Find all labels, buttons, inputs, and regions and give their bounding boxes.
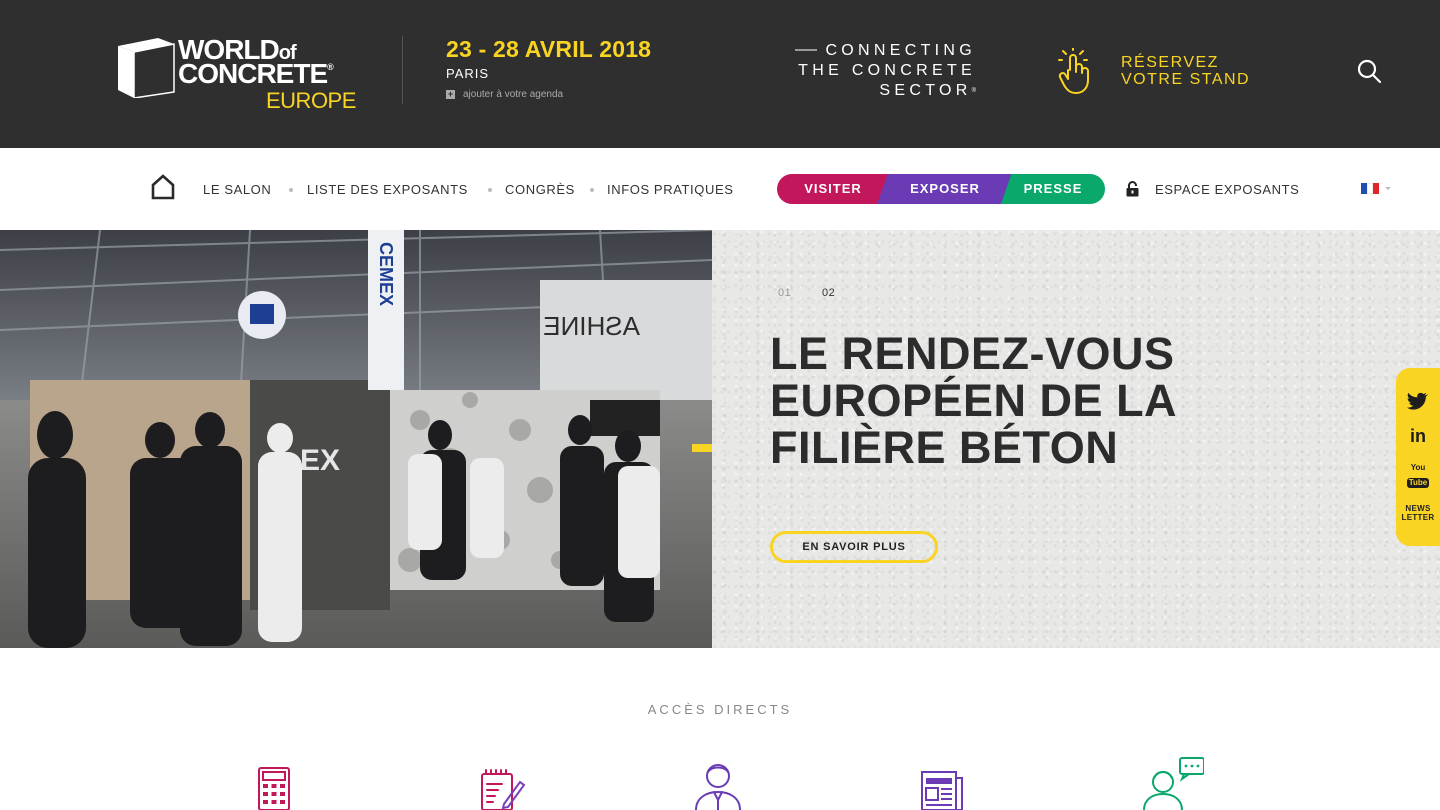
en-savoir-plus-button[interactable]: EN SAVOIR PLUS bbox=[770, 531, 938, 563]
nav-le-salon[interactable]: LE SALON bbox=[203, 182, 271, 197]
nav-liste-exposants[interactable]: LISTE DES EXPOSANTS bbox=[307, 182, 468, 197]
search-icon[interactable] bbox=[1356, 58, 1382, 84]
chat-person-icon[interactable] bbox=[1140, 756, 1204, 810]
hero-title: LE RENDEZ-VOUS EUROPÉEN DE LA FILIÈRE BÉ… bbox=[770, 330, 1290, 471]
header-divider bbox=[402, 36, 403, 104]
logo-line-2: CONCRETE® bbox=[178, 58, 334, 90]
flag-fr-icon[interactable] bbox=[1361, 183, 1379, 194]
add-to-agenda-link[interactable]: + ajouter à votre agenda bbox=[446, 89, 563, 100]
slide-dot-2[interactable]: 02 bbox=[822, 287, 835, 299]
reserve-line-1: RÉSERVEZ bbox=[1121, 54, 1219, 71]
youtube-icon[interactable]: You Tube bbox=[1396, 464, 1440, 490]
home-icon[interactable] bbox=[150, 174, 176, 200]
event-city: PARIS bbox=[446, 66, 490, 81]
logo-registered-mark: ® bbox=[327, 62, 334, 72]
language-caret-icon[interactable] bbox=[1385, 187, 1391, 190]
presse-button[interactable]: PRESSE bbox=[1001, 174, 1105, 204]
social-sidebar: in You Tube NEWS LETTER bbox=[1396, 368, 1440, 546]
slide-dot-1[interactable]: 01 bbox=[778, 287, 791, 299]
twitter-icon[interactable] bbox=[1396, 392, 1440, 410]
banner-brand-text: CEMEX bbox=[376, 242, 396, 306]
newsletter-link[interactable]: NEWS LETTER bbox=[1396, 504, 1440, 522]
tagline-dash bbox=[795, 48, 818, 51]
exposer-button[interactable]: EXPOSER bbox=[877, 174, 1013, 204]
world-of-concrete-logo[interactable]: WORLDof CONCRETE® EUROPE bbox=[114, 30, 364, 114]
visiter-button[interactable]: VISITER bbox=[777, 174, 889, 204]
linkedin-icon[interactable]: in bbox=[1396, 426, 1440, 446]
nav-separator bbox=[590, 188, 594, 192]
block-text: EX bbox=[300, 444, 340, 477]
lock-icon bbox=[1126, 181, 1139, 197]
hero-title-line-1: LE RENDEZ-VOUS bbox=[770, 328, 1175, 379]
acces-directs-title: ACCÈS DIRECTS bbox=[647, 702, 793, 717]
flag-red bbox=[1373, 183, 1379, 194]
event-dates: 23 - 28 AVRIL 2018 bbox=[446, 36, 652, 62]
tagline-line-2: THE CONCRETE bbox=[798, 62, 976, 79]
tagline-text-1: CONNECTING bbox=[825, 42, 976, 59]
site-header: WORLDof CONCRETE® EUROPE 23 - 28 AVRIL 2… bbox=[0, 0, 1440, 148]
agenda-label: ajouter à votre agenda bbox=[463, 89, 564, 100]
nav-separator bbox=[289, 188, 293, 192]
youtube-tube-text: Tube bbox=[1406, 478, 1430, 488]
hero-title-line-3: FILIÈRE BÉTON bbox=[770, 422, 1119, 473]
hero-slide: 01 02 LE RENDEZ-VOUS EUROPÉEN DE LA FILI… bbox=[712, 230, 1440, 648]
logo-europe-text: EUROPE bbox=[266, 88, 356, 113]
tagline-line-1: CONNECTING bbox=[766, 41, 976, 61]
nav-congres[interactable]: CONGRÈS bbox=[505, 182, 575, 197]
espace-exposants-link[interactable]: ESPACE EXPOSANTS bbox=[1155, 182, 1299, 197]
hero-title-line-2: EUROPÉEN DE LA bbox=[770, 375, 1178, 426]
tagline-text-3: SECTOR bbox=[879, 82, 972, 99]
wall-text: ASHINE bbox=[543, 311, 640, 341]
newsletter-line-2: LETTER bbox=[1401, 513, 1435, 522]
tagline-registered-mark: ® bbox=[971, 88, 976, 94]
youtube-you-text: You bbox=[1410, 463, 1426, 472]
nav-separator bbox=[488, 188, 492, 192]
logo-concrete-text: CONCRETE bbox=[178, 58, 328, 89]
tap-hand-icon[interactable] bbox=[1056, 48, 1096, 96]
tagline-line-3: SECTOR® bbox=[766, 81, 976, 101]
tagline: CONNECTING THE CONCRETE SECTOR® bbox=[766, 41, 976, 101]
plus-icon: + bbox=[446, 89, 455, 99]
hero-photo: ASHINE EX CEMEX bbox=[0, 230, 712, 648]
reserve-stand-link[interactable]: RÉSERVEZ VOTRE STAND bbox=[1121, 54, 1250, 88]
expo-hall-photo: ASHINE EX CEMEX bbox=[0, 230, 712, 648]
nav-infos-pratiques[interactable]: INFOS PRATIQUES bbox=[607, 182, 734, 197]
calculator-icon[interactable] bbox=[242, 756, 306, 810]
audience-pill: VISITER EXPOSER PRESSE bbox=[777, 174, 1105, 204]
newspaper-icon[interactable] bbox=[910, 756, 974, 810]
businessman-icon[interactable] bbox=[686, 756, 750, 810]
logo-mark-icon bbox=[118, 38, 175, 98]
newsletter-line-1: NEWS bbox=[1405, 504, 1431, 513]
reserve-line-2: VOTRE STAND bbox=[1121, 71, 1251, 88]
notepad-pen-icon[interactable] bbox=[468, 756, 532, 810]
main-nav: LE SALON LISTE DES EXPOSANTS CONGRÈS INF… bbox=[0, 148, 1440, 230]
